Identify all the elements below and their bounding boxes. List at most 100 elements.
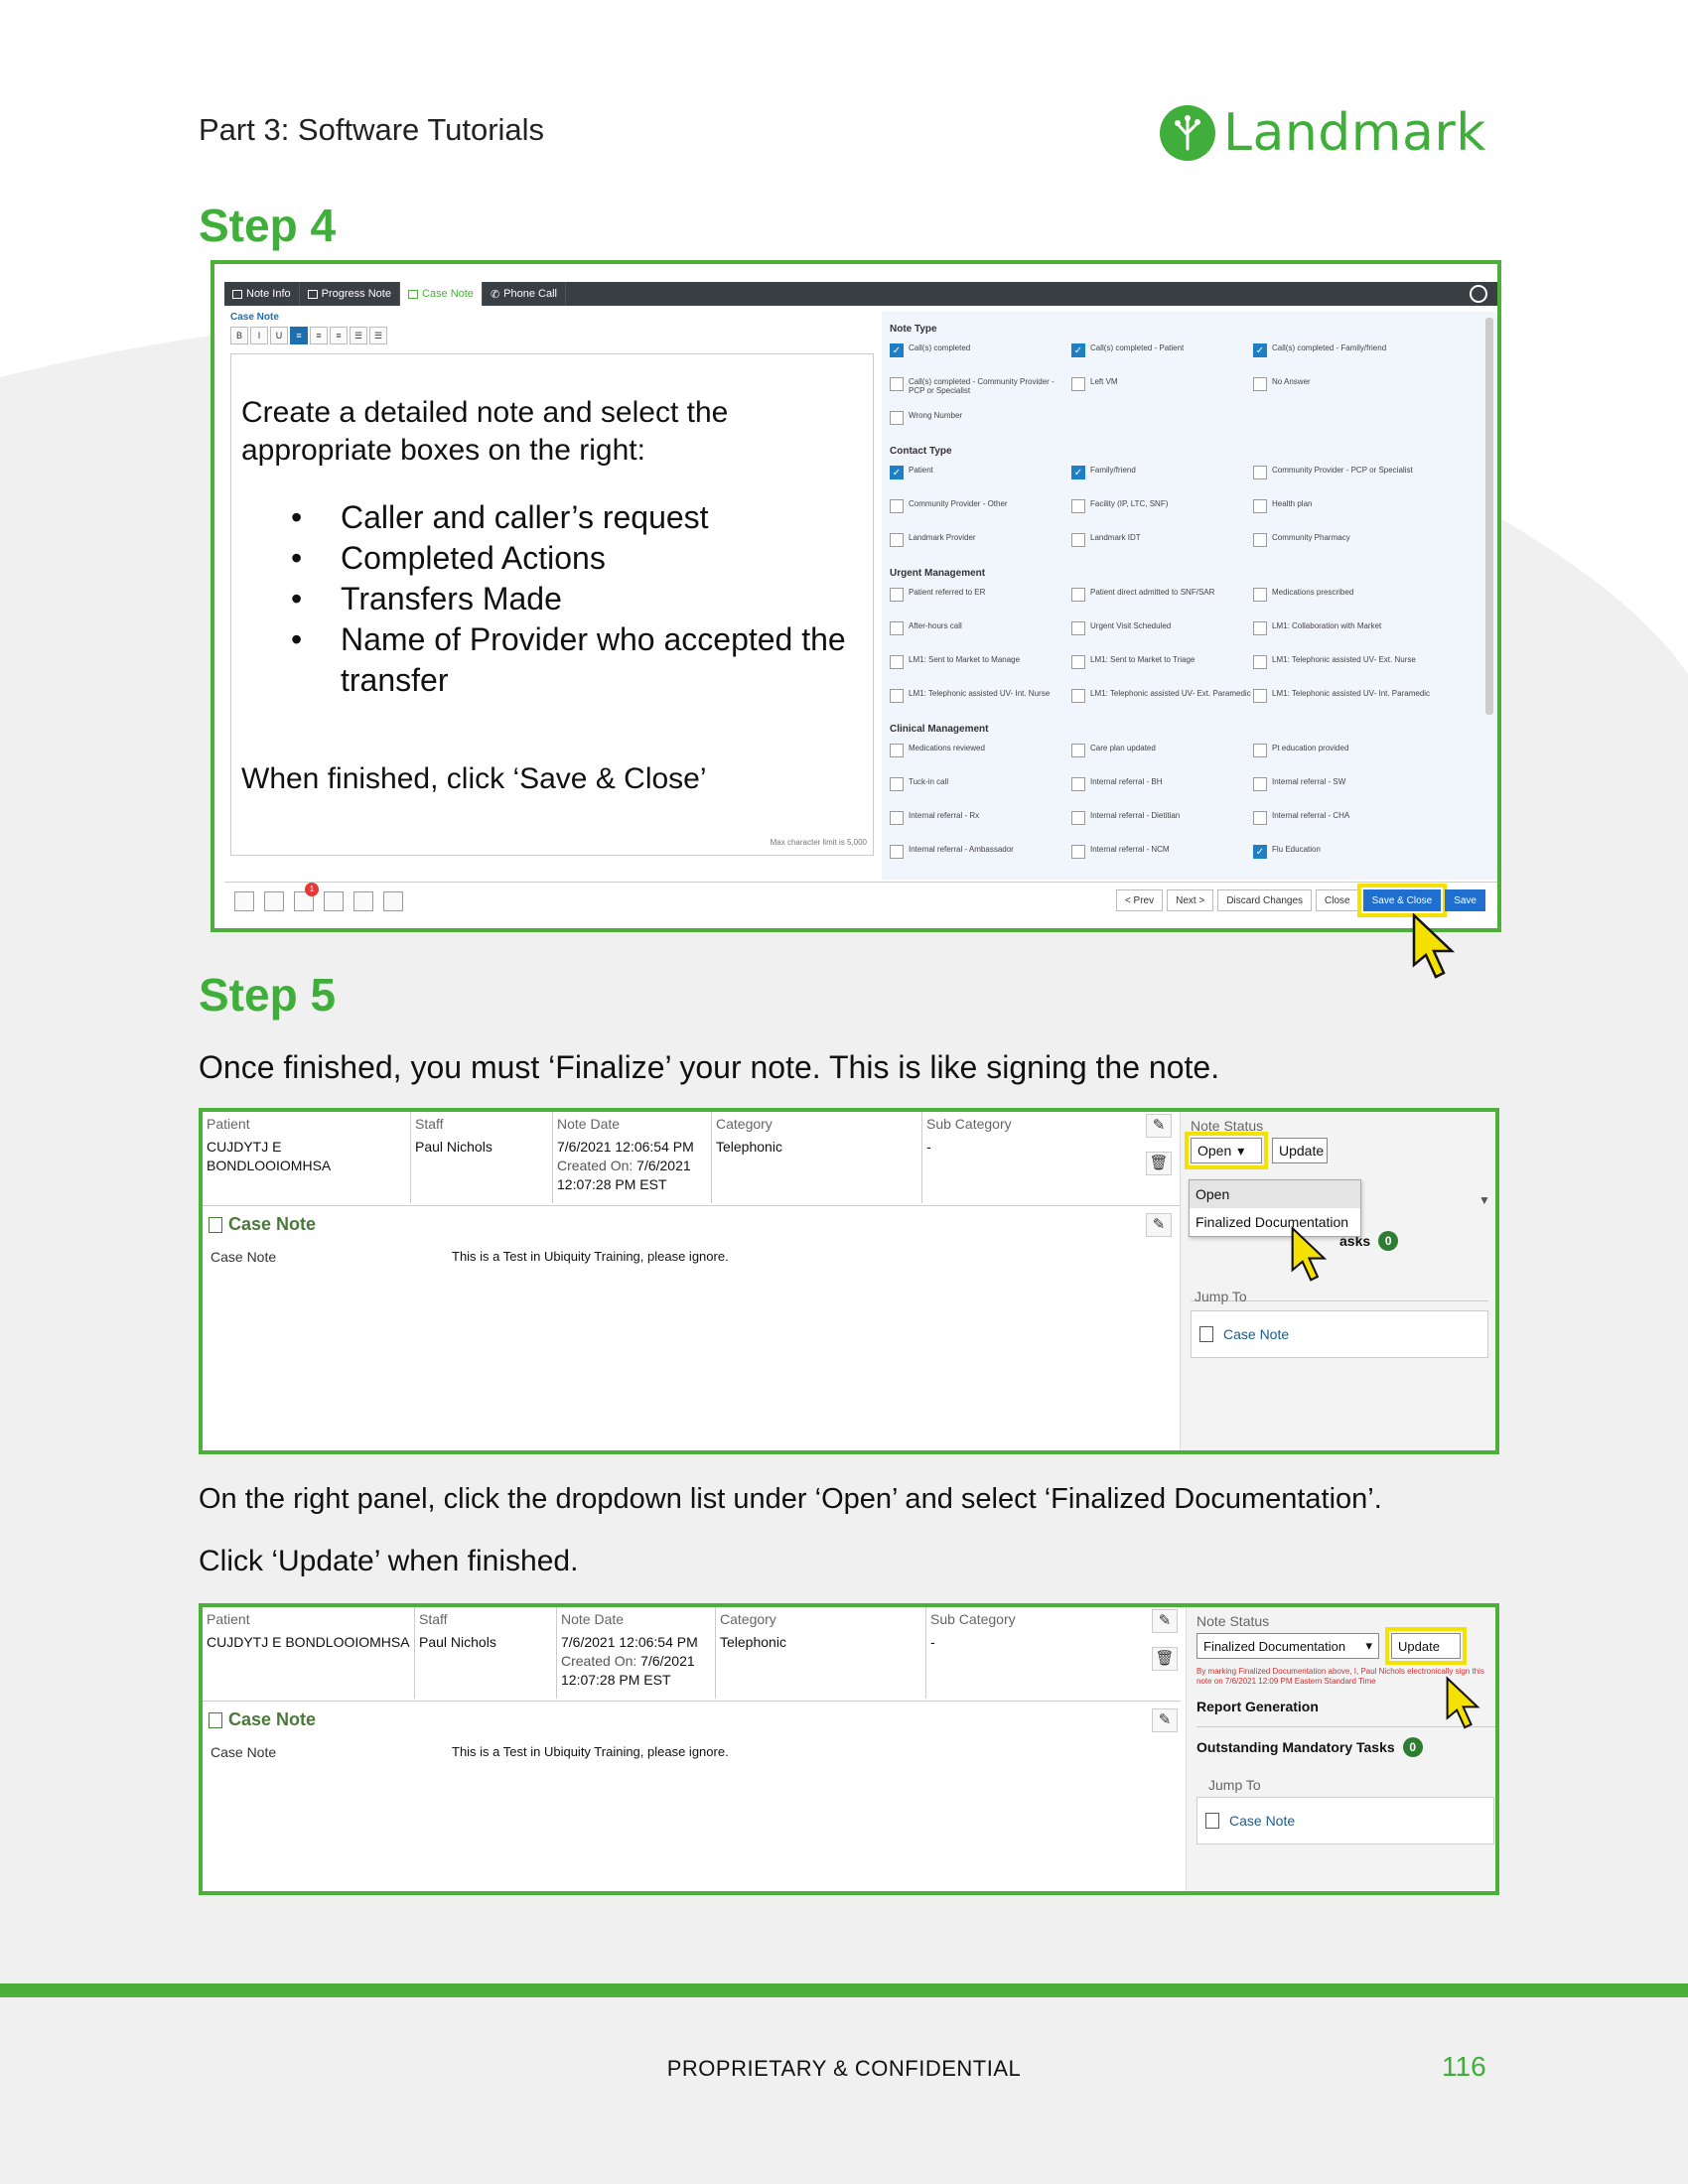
bullet-list-button[interactable]: ☰ [350,327,367,344]
checkbox-unchecked-icon[interactable] [1253,533,1267,547]
scrollbar[interactable] [1485,318,1493,715]
checkbox-option[interactable]: Patient direct admitted to SNF/SAR [1071,585,1253,618]
checkbox-unchecked-icon[interactable] [890,777,904,791]
checkbox-option[interactable]: LM1: Telephonic assisted UV- Int. Nurse [890,686,1071,720]
dropdown-option-open[interactable]: Open [1190,1180,1360,1208]
checkbox-option[interactable]: Pt education provided [1253,741,1435,774]
checkbox-option[interactable]: Community Provider - Other [890,496,1071,530]
italic-button[interactable]: I [250,327,268,344]
checkbox-option[interactable]: Internal referral - BH [1071,774,1253,808]
checkbox-option[interactable]: ✓ Flu Education [1253,842,1435,876]
checkbox-option[interactable]: Community Pharmacy [1253,530,1435,564]
jump-to-case-note[interactable]: Case Note [1196,1797,1494,1844]
tab-progress-note[interactable]: Progress Note [300,282,400,306]
edit-pencil-icon[interactable]: ✎ [1146,1114,1172,1138]
checkbox-option[interactable]: Left VM [1071,374,1253,408]
checkbox-option[interactable]: Internal referral - CHA [1253,808,1435,842]
checkbox-option[interactable]: LM1: Collaboration with Market [1253,618,1435,652]
checkbox-option[interactable]: ✓ Patient [890,463,1071,496]
checkbox-option[interactable]: Wrong Number [890,408,1071,442]
checkbox-option[interactable]: Community Provider - PCP or Specialist [1253,463,1435,496]
checkbox-option[interactable]: ✓ Call(s) completed - Patient [1071,341,1253,374]
checkbox-unchecked-icon[interactable] [1071,655,1085,669]
checkbox-unchecked-icon[interactable] [1253,777,1267,791]
checkbox-unchecked-icon[interactable] [1071,533,1085,547]
checkbox-option[interactable]: Internal referral - SW [1253,774,1435,808]
underline-button[interactable]: U [270,327,288,344]
checkbox-unchecked-icon[interactable] [1253,377,1267,391]
clipboard-icon[interactable] [383,890,403,911]
note-status-select[interactable]: Open ▾ [1185,1132,1268,1169]
checkbox-option[interactable]: ✓ Family/friend [1071,463,1253,496]
align-right-button[interactable]: ≡ [330,327,348,344]
checkbox-unchecked-icon[interactable] [890,588,904,602]
tab-note-info[interactable]: Note Info [224,282,300,306]
checkbox-option[interactable]: Care plan updated [1071,741,1253,774]
edit-icon[interactable] [353,890,373,911]
checkbox-checked-icon[interactable]: ✓ [890,466,904,479]
checkbox-unchecked-icon[interactable] [890,533,904,547]
checkbox-option[interactable]: Health plan [1253,496,1435,530]
checkbox-unchecked-icon[interactable] [1253,744,1267,757]
checkbox-unchecked-icon[interactable] [890,845,904,859]
checkbox-unchecked-icon[interactable] [1253,499,1267,513]
checkbox-unchecked-icon[interactable] [1071,588,1085,602]
checkbox-unchecked-icon[interactable] [890,811,904,825]
edit-pencil-icon[interactable]: ✎ [1146,1213,1172,1237]
checkbox-unchecked-icon[interactable] [1253,655,1267,669]
trash-icon[interactable]: 🗑 [1146,1152,1172,1175]
checkbox-unchecked-icon[interactable] [890,411,904,425]
checkbox-unchecked-icon[interactable] [890,377,904,391]
checkbox-unchecked-icon[interactable] [1071,744,1085,757]
checkbox-option[interactable]: Internal referral - NCM [1071,842,1253,876]
checkbox-unchecked-icon[interactable] [1071,689,1085,703]
checkbox-option[interactable]: After-hours call [890,618,1071,652]
checkbox-option[interactable]: Urgent Visit Scheduled [1071,618,1253,652]
checkbox-unchecked-icon[interactable] [890,689,904,703]
checkbox-option[interactable]: LM1: Telephonic assisted UV- Ext. Parame… [1071,686,1253,720]
align-center-button[interactable]: ≡ [310,327,328,344]
checkbox-option[interactable]: Tuck-in call [890,774,1071,808]
align-left-button[interactable]: ≡ [290,327,308,344]
checkbox-checked-icon[interactable]: ✓ [1253,343,1267,357]
close-button[interactable]: Close [1316,889,1359,911]
checkbox-unchecked-icon[interactable] [1071,377,1085,391]
checkbox-option[interactable]: Medications reviewed [890,741,1071,774]
checkbox-unchecked-icon[interactable] [1071,621,1085,635]
checkbox-option[interactable]: LM1: Sent to Market to Manage [890,652,1071,686]
prev-button[interactable]: < Prev [1115,889,1164,911]
checkbox-option[interactable]: ✓ Call(s) completed [890,341,1071,374]
checkbox-unchecked-icon[interactable] [1253,811,1267,825]
bold-button[interactable]: B [230,327,248,344]
update-button[interactable]: Update [1385,1627,1467,1665]
edit-pencil-icon[interactable]: ✎ [1152,1609,1178,1633]
checkbox-unchecked-icon[interactable] [1253,466,1267,479]
collapse-arrow-icon[interactable]: ▼ [1478,1193,1490,1207]
dropdown-option-finalized[interactable]: Finalized Documentation [1190,1208,1360,1236]
calculator-icon[interactable] [324,890,344,911]
print-icon[interactable] [234,890,254,911]
checkbox-option[interactable]: Medications prescribed [1253,585,1435,618]
checkbox-option[interactable]: Internal referral - Rx [890,808,1071,842]
checkbox-unchecked-icon[interactable] [1253,588,1267,602]
checkbox-unchecked-icon[interactable] [1253,689,1267,703]
checkbox-checked-icon[interactable]: ✓ [890,343,904,357]
note-status-select[interactable]: Finalized Documentation ▾ [1196,1633,1379,1659]
checkbox-option[interactable]: Patient referred to ER [890,585,1071,618]
tab-phone-call[interactable]: ✆ Phone Call [483,282,566,306]
tab-case-note[interactable]: Case Note [399,282,483,306]
edit-pencil-icon[interactable]: ✎ [1152,1708,1178,1732]
checkbox-checked-icon[interactable]: ✓ [1071,343,1085,357]
checkbox-option[interactable]: LM1: Telephonic assisted UV- Int. Parame… [1253,686,1435,720]
jump-to-case-note[interactable]: Case Note [1191,1310,1488,1358]
save-button[interactable]: Save [1445,889,1485,911]
checkbox-option[interactable]: Landmark IDT [1071,530,1253,564]
checkbox-unchecked-icon[interactable] [890,655,904,669]
trash-icon[interactable]: 🗑 [1152,1647,1178,1671]
alert-icon[interactable]: 1 [294,882,319,911]
numbered-list-button[interactable]: ☰ [369,327,387,344]
save-close-button[interactable]: Save & Close [1356,884,1448,917]
checkbox-option[interactable]: Internal referral - Dietitian [1071,808,1253,842]
checkbox-option[interactable]: Internal referral - Ambassador [890,842,1071,876]
note-text-area[interactable]: Create a detailed note and select the ap… [230,353,874,856]
